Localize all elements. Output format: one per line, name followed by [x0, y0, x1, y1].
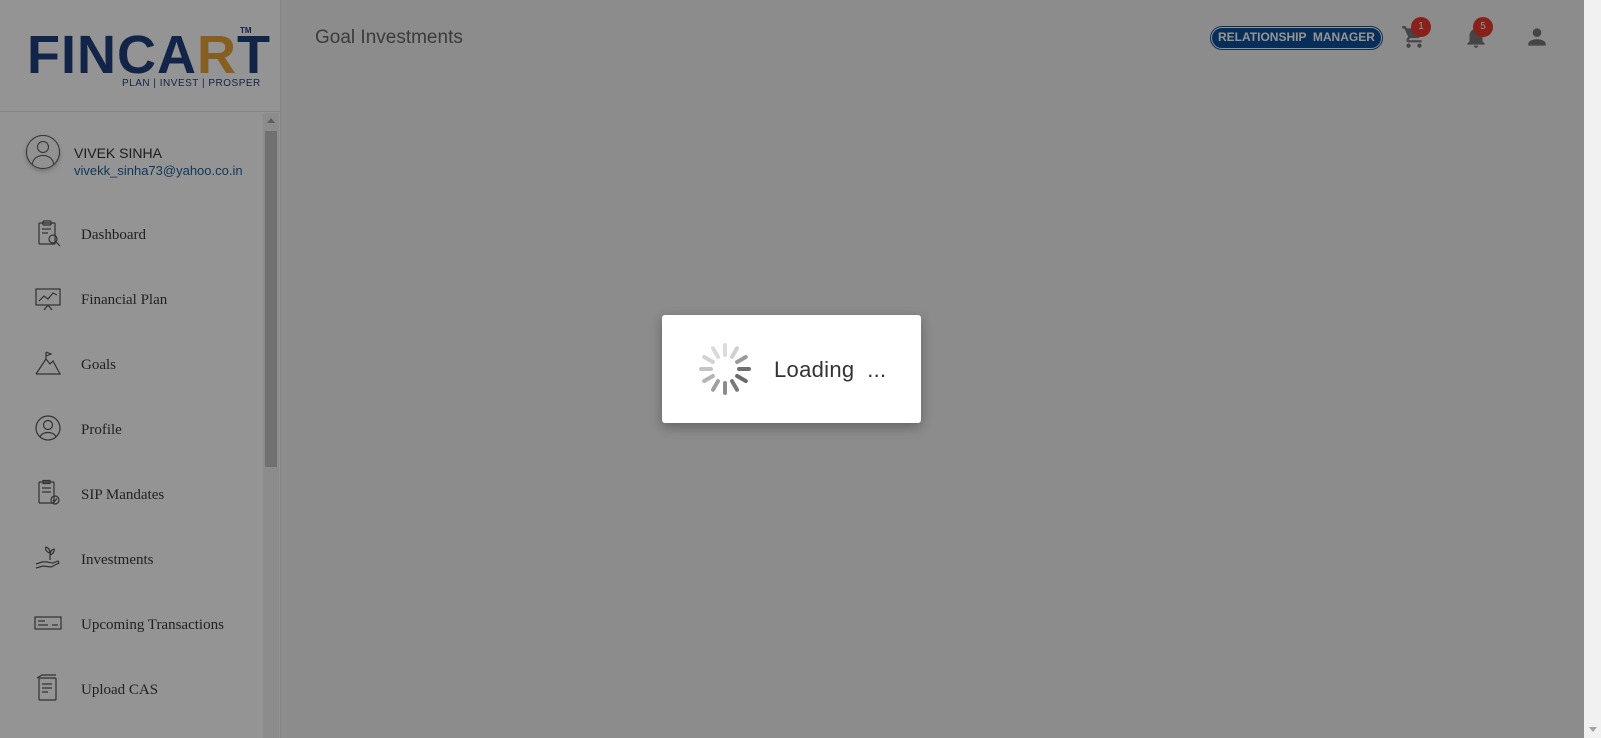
- spinner-icon: [699, 343, 751, 395]
- loading-text: Loading ...: [774, 357, 887, 382]
- page-scrollbar[interactable]: [1584, 0, 1601, 738]
- loading-dialog: Loading ...: [662, 315, 921, 423]
- scroll-down-icon[interactable]: [1589, 727, 1597, 732]
